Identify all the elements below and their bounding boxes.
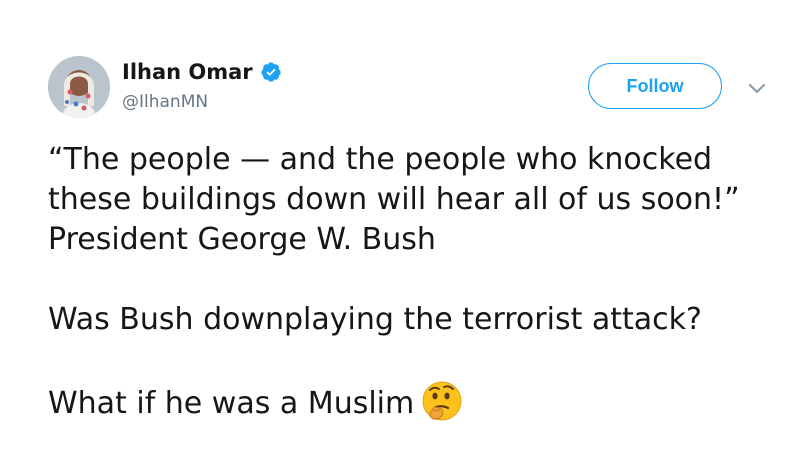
- author-name[interactable]: Ilhan Omar: [122, 60, 253, 84]
- tweet-header: Ilhan Omar @IlhanMN Follow: [48, 56, 778, 120]
- tweet-last-line: What if he was a Muslim: [48, 386, 415, 421]
- author-handle[interactable]: @IlhanMN: [122, 92, 208, 112]
- avatar[interactable]: [48, 56, 110, 118]
- tweet-text: “The people — and the people who knocked…: [48, 140, 768, 424]
- chevron-down-icon[interactable]: [748, 80, 766, 93]
- follow-button[interactable]: Follow: [588, 63, 722, 109]
- tweet-text-line: President George W. Bush: [48, 222, 436, 257]
- tweet-text-line: “The people — and the people who knocked: [48, 142, 713, 177]
- thinking-face-emoji-icon: [420, 380, 464, 424]
- avatar-image: [48, 56, 110, 118]
- tweet-last-line-wrap: What if he was a Muslim: [48, 380, 768, 424]
- tweet-card: Ilhan Omar @IlhanMN Follow “The people —…: [0, 0, 800, 450]
- verified-badge-icon: [260, 61, 282, 83]
- tweet-question-line: Was Bush downplaying the terrorist attac…: [48, 302, 702, 337]
- author-name-row: Ilhan Omar: [122, 60, 282, 84]
- tweet-text-line: these buildings down will hear all of us…: [48, 182, 740, 217]
